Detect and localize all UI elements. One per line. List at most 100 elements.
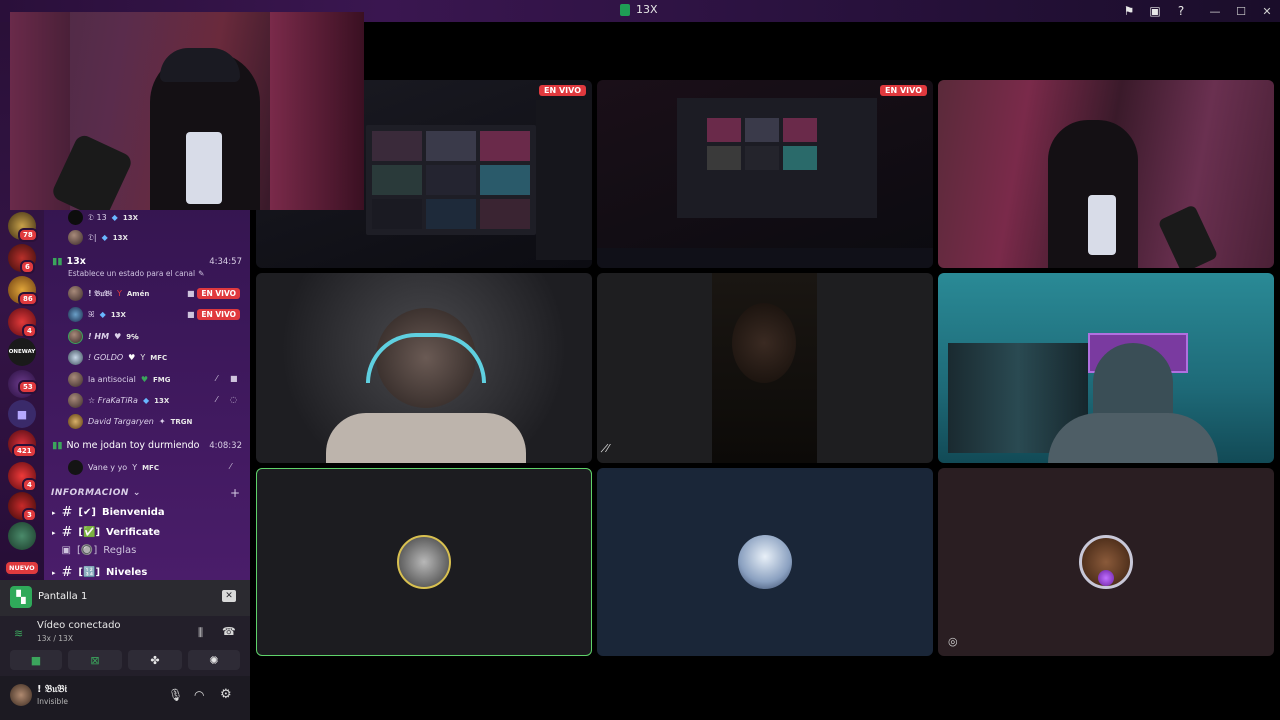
minimize-icon[interactable]: — xyxy=(1202,0,1228,22)
avatar xyxy=(68,372,83,387)
live-badge: EN VIVO xyxy=(197,309,240,320)
pencil-icon: ✎ xyxy=(198,269,205,278)
stream-thumb xyxy=(707,118,741,142)
add-channel-icon[interactable]: + xyxy=(230,486,240,500)
server-icon xyxy=(620,3,630,16)
text-channel-bienvenida[interactable]: ▸ # [✔] Bienvenida xyxy=(52,505,165,520)
person-shirt xyxy=(326,413,526,463)
diamond-icon: ◆ xyxy=(99,310,106,319)
badge-icon: Y xyxy=(132,463,138,472)
voice-member[interactable]: ! HM ♥ 9℅ xyxy=(68,329,139,344)
avatar xyxy=(68,286,83,301)
disconnect-icon[interactable]: ☎ xyxy=(222,625,236,638)
inbox-icon[interactable]: ▣ xyxy=(1142,0,1168,22)
help-icon[interactable]: ? xyxy=(1168,0,1194,22)
voice-tile-speaking[interactable] xyxy=(256,468,592,656)
channel-status-hint[interactable]: Establece un estado para el canal ✎ xyxy=(68,269,204,278)
server-icon[interactable] xyxy=(8,522,36,550)
folder-icon[interactable]: ■ xyxy=(8,400,36,428)
member-tag: 13X xyxy=(122,213,138,222)
voice-status-title[interactable]: Vídeo conectado xyxy=(37,620,121,631)
avatar[interactable] xyxy=(10,684,32,706)
microphone-icon[interactable]: 🎙 xyxy=(168,688,183,702)
stream-thumb xyxy=(783,118,817,142)
stream-thumb xyxy=(372,165,422,195)
voice-channel-2[interactable]: ▮▮ No me jodan toy durmiendo xyxy=(52,440,199,451)
badge-icon: Y xyxy=(140,353,146,362)
voice-member[interactable]: la antisocial ♥ FMG xyxy=(68,372,170,387)
member-tag: MFC xyxy=(142,463,159,472)
server-icon-oneway[interactable]: ONEWAY xyxy=(8,338,36,366)
member-tag: MFC xyxy=(150,353,168,362)
emoji-numbers: 🔢 xyxy=(83,567,96,578)
member-name: ! GOLDO xyxy=(88,353,124,362)
maximize-icon[interactable]: ☐ xyxy=(1228,0,1254,22)
noise-suppression-icon[interactable]: ⫼ xyxy=(198,626,203,640)
diamond-icon: ◆ xyxy=(111,213,118,222)
stream-preview xyxy=(366,125,536,235)
live-badge: EN VIVO xyxy=(197,288,240,299)
webcam-tile-4[interactable] xyxy=(938,273,1274,463)
voice-member[interactable]: 𝔇| ◆ 13X xyxy=(68,230,128,245)
stream-thumb xyxy=(372,131,422,161)
window-title: 13X xyxy=(620,3,658,16)
badge-icon: Y xyxy=(116,289,122,298)
member-tag: TRGN xyxy=(170,417,193,426)
voice-channel-13x[interactable]: ▮▮ 13x xyxy=(52,256,86,267)
activities-button[interactable]: ✤ xyxy=(128,650,182,670)
voice-member[interactable]: ꕤ ◆ 13X xyxy=(68,307,126,322)
member-tag: 13X xyxy=(154,396,170,405)
webcam-tile-bubi[interactable] xyxy=(938,80,1274,268)
flag-icon[interactable]: ⚑ xyxy=(1116,0,1142,22)
voice-channel-name: No me jodan toy durmiendo xyxy=(66,440,200,451)
category-informacion[interactable]: INFORMACION ⌄ xyxy=(51,488,141,498)
heart-icon: ♥ xyxy=(128,353,136,362)
member-name: ꕤ xyxy=(88,309,95,319)
emoji-check: ✔ xyxy=(83,507,92,518)
live-badge: EN VIVO xyxy=(539,85,586,96)
text-channel-verificate[interactable]: ▸ # [✅] Verificate xyxy=(52,525,160,540)
channel-prefix: # xyxy=(61,565,73,580)
webcam-tile-2[interactable] xyxy=(256,273,592,463)
camera-button[interactable]: ■ xyxy=(10,650,62,670)
webcam-tile-3[interactable]: ⁄̸ xyxy=(597,273,933,463)
background-wall xyxy=(270,12,364,210)
screen-share-label: Pantalla 1 xyxy=(38,591,88,602)
stop-stream-button[interactable]: ✕ xyxy=(222,590,236,602)
voice-member[interactable]: 𝔇 13 ◆ 13X xyxy=(68,210,138,225)
avatar xyxy=(68,393,83,408)
channel-name: Reglas xyxy=(103,545,137,556)
text-channel-niveles[interactable]: ▸ # [🔢] Niveles xyxy=(52,565,147,580)
voice-member[interactable]: Vane y yo Y MFC xyxy=(68,460,159,475)
close-icon[interactable]: ✕ xyxy=(1254,0,1280,22)
emoji-button: 🔘 xyxy=(80,545,94,556)
avatar xyxy=(68,350,83,365)
avatar xyxy=(68,414,83,429)
server-badge: 421 xyxy=(12,444,37,458)
cup-shape xyxy=(1088,195,1116,255)
channel-emoji: [✔] xyxy=(78,507,96,518)
category-label: INFORMACION xyxy=(51,488,129,498)
text-channel-reglas[interactable]: ▸ ▣ [🔘] Reglas xyxy=(52,545,137,556)
user-status: Invisible xyxy=(37,697,68,706)
voice-tile-3[interactable]: ◎ xyxy=(938,468,1274,656)
stream-thumb xyxy=(783,146,817,170)
screen-share-button[interactable]: ⊠ xyxy=(68,650,122,670)
voice-member[interactable]: David Targaryen ✦ TRGN xyxy=(68,414,192,429)
voice-status-subtitle[interactable]: 13x / 13X xyxy=(37,634,73,643)
server-badge: 86 xyxy=(18,292,38,306)
camera-icon: ■ xyxy=(230,374,238,383)
settings-gear-icon[interactable]: ⚙ xyxy=(220,687,232,702)
stream-tile-2[interactable]: EN VIVO xyxy=(597,80,933,268)
voice-member[interactable]: ! 𝔅𝔲𝔅𝔦 Y Amén xyxy=(68,286,149,301)
channel-name: Bienvenida xyxy=(101,507,165,518)
heart-icon: ♥ xyxy=(114,332,122,341)
video-feed xyxy=(712,273,817,463)
member-name: Vane y yo xyxy=(88,463,128,472)
voice-member[interactable]: ☆ FraKaTiRa ◆ 13X xyxy=(68,393,169,408)
voice-member[interactable]: ! GOLDO ♥ Y MFC xyxy=(68,350,167,365)
voice-tile-2[interactable] xyxy=(597,468,933,656)
user-name[interactable]: ! 𝔅𝔲𝔅𝔦 xyxy=(37,684,67,695)
headphones-icon[interactable]: ◠ xyxy=(194,688,204,702)
soundboard-button[interactable]: ✺ xyxy=(188,650,240,670)
